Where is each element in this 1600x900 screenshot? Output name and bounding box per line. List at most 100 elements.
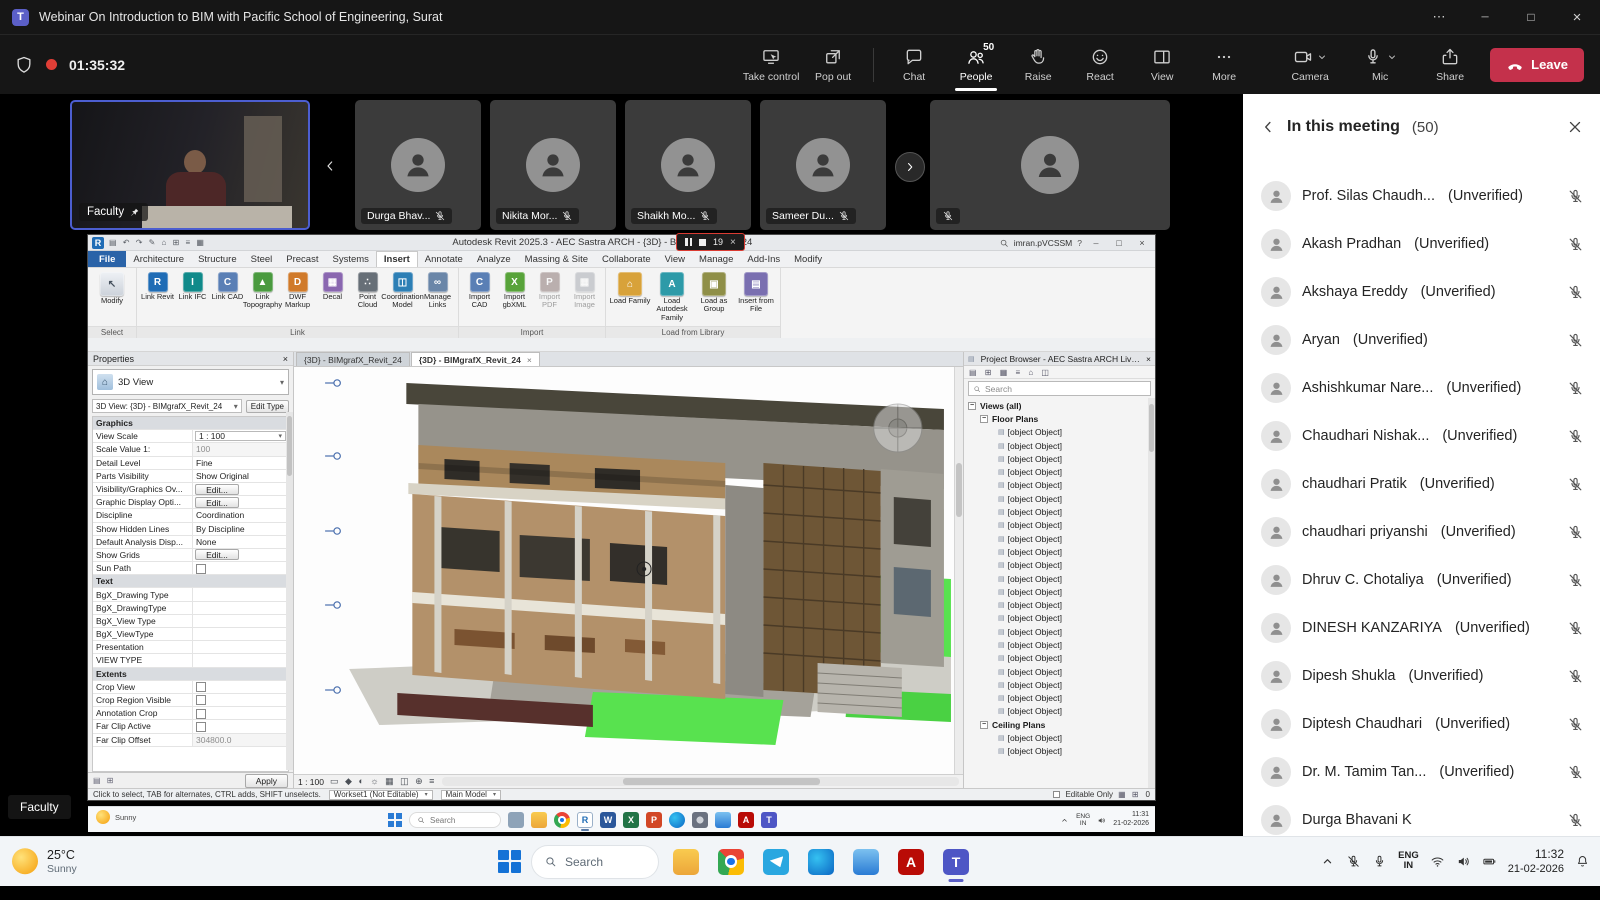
- presenter-weather-widget[interactable]: Sunny: [96, 810, 136, 824]
- tree-node-floor-plan[interactable]: [object Object]: [964, 532, 1155, 545]
- chat-button[interactable]: Chat: [884, 39, 944, 91]
- tree-node-ceiling-plans[interactable]: Ceiling Plans: [964, 718, 1155, 731]
- Modify[interactable]: Modify: [787, 251, 829, 267]
- Show Hidden Lines[interactable]: Show Hidden Lines By Discipline: [93, 522, 288, 536]
- Link Revit[interactable]: R Link Revit: [140, 270, 175, 301]
- volume-icon[interactable]: [1097, 816, 1106, 825]
- Crop Region Visible[interactable]: Crop Region Visible: [93, 693, 288, 708]
- video-tile[interactable]: [930, 100, 1170, 230]
- tree-node-views-all[interactable]: Views (all): [964, 399, 1155, 412]
- task-view-icon[interactable]: [508, 812, 524, 828]
- people-button[interactable]: 50 People: [946, 39, 1006, 91]
- browser-close-icon[interactable]: ×: [1146, 354, 1151, 364]
- drawing-area[interactable]: [294, 367, 963, 774]
- mic-off-icon[interactable]: [1567, 668, 1584, 685]
- Crop View[interactable]: Crop View: [93, 680, 288, 694]
- leave-button[interactable]: Leave: [1490, 47, 1584, 82]
- next-participants-button[interactable]: [895, 152, 925, 182]
- Manage[interactable]: Manage: [692, 251, 740, 267]
- settings-gear-icon[interactable]: [692, 812, 708, 828]
- tree-node-floor-plans[interactable]: Floor Plans: [964, 412, 1155, 425]
- camera-button[interactable]: Camera: [1280, 39, 1340, 91]
- tree-node-floor-plan[interactable]: [object Object]: [964, 452, 1155, 465]
- tree-node-floor-plan[interactable]: [object Object]: [964, 545, 1155, 558]
- apply-button[interactable]: Apply: [244, 773, 288, 788]
- mic-off-icon[interactable]: [1567, 524, 1584, 541]
- tree-node-floor-plan[interactable]: [object Object]: [964, 585, 1155, 598]
- revit-close-button[interactable]: [1133, 238, 1151, 248]
- previous-participants-icon[interactable]: [322, 158, 338, 174]
- battery-icon[interactable]: [1482, 854, 1497, 869]
- start-button[interactable]: [388, 813, 402, 827]
- shared-3d-model[interactable]: [294, 367, 963, 774]
- acrobat-icon[interactable]: [898, 848, 924, 875]
- Extents[interactable]: Extents: [93, 667, 288, 681]
- participant-row[interactable]: Prof. Silas Chaudh... (Unverified): [1243, 172, 1600, 220]
- Show Grids[interactable]: Show Grids Edit...: [93, 548, 288, 563]
- wifi-icon[interactable]: [1430, 854, 1445, 869]
- chrome-icon[interactable]: [554, 812, 570, 828]
- chevron-down-icon[interactable]: [1386, 51, 1398, 63]
- participant-row[interactable]: Dipesh Shukla (Unverified): [1243, 652, 1600, 700]
- Import PDF[interactable]: P Import PDF: [532, 270, 567, 310]
- volume-icon[interactable]: [1456, 854, 1471, 869]
- Load Family[interactable]: ⌂ Load Family: [609, 270, 651, 305]
- mic-button[interactable]: Mic: [1350, 39, 1410, 91]
- participant-row[interactable]: Diptesh Chaudhari (Unverified): [1243, 700, 1600, 748]
- tree-node-floor-plan[interactable]: [object Object]: [964, 505, 1155, 518]
- mic-off-icon[interactable]: [1567, 812, 1584, 829]
- participant-row[interactable]: Akash Pradhan (Unverified): [1243, 220, 1600, 268]
- workset-selector[interactable]: Workset1 (Not Editable): [328, 789, 433, 800]
- Visibility/Graphics Ov...[interactable]: Visibility/Graphics Ov... Edit...: [93, 482, 288, 497]
- tree-node-floor-plan[interactable]: [object Object]: [964, 519, 1155, 532]
- tree-node-floor-plan[interactable]: [object Object]: [964, 465, 1155, 478]
- view-button[interactable]: View: [1132, 39, 1192, 91]
- Collaborate[interactable]: Collaborate: [595, 251, 658, 267]
- excel-icon[interactable]: [623, 812, 639, 828]
- close-panel-icon[interactable]: [1566, 118, 1584, 136]
- acrobat-icon[interactable]: [738, 812, 754, 828]
- mic-off-icon[interactable]: [1567, 572, 1584, 589]
- BgX_Drawing Type[interactable]: BgX_Drawing Type: [93, 588, 288, 602]
- view-tab[interactable]: {3D} - BIMgrafX_Revit_24: [296, 352, 410, 366]
- edit-type-button[interactable]: Edit Type: [245, 399, 289, 413]
- Discipline[interactable]: Discipline Coordination: [93, 509, 288, 523]
- Detail Level[interactable]: Detail Level Fine: [93, 456, 288, 470]
- more-button[interactable]: More: [1194, 39, 1254, 91]
- video-tile[interactable]: Shaikh Mo...: [625, 100, 751, 230]
- powerpoint-icon[interactable]: [646, 812, 662, 828]
- mic-off-icon[interactable]: [1567, 284, 1584, 301]
- take-control-button[interactable]: Take control: [741, 39, 801, 91]
- tree-node-ceiling-plan[interactable]: [object Object]: [964, 745, 1155, 758]
- Add-Ins[interactable]: Add-Ins: [740, 251, 787, 267]
- teams-icon[interactable]: [761, 812, 777, 828]
- View Scale[interactable]: View Scale 1 : 100: [93, 430, 288, 444]
- Insert from File[interactable]: ▤ Insert from File: [735, 270, 777, 314]
- window-minimize-button[interactable]: [1462, 0, 1508, 34]
- view-control-icons[interactable]: ▭ ◆ ◐ ☼ ▦ ◫ ⊕ ≡: [330, 776, 436, 787]
- window-close-button[interactable]: [1554, 0, 1600, 34]
- quick-access-toolbar[interactable]: ▤ ↶ ↷ ✎ ⌂ ⊞ ≡ ▦: [109, 238, 206, 247]
- Import CAD[interactable]: C Import CAD: [462, 270, 497, 310]
- participant-row[interactable]: Chaudhari Nishak... (Unverified): [1243, 412, 1600, 460]
- tree-node-floor-plan[interactable]: [object Object]: [964, 612, 1155, 625]
- close-icon[interactable]: ×: [730, 237, 736, 248]
- Far Clip Offset[interactable]: Far Clip Offset 304800.0: [93, 733, 288, 747]
- taskbar-search-input[interactable]: Search: [409, 812, 501, 828]
- Architecture[interactable]: Architecture: [126, 251, 191, 267]
- tree-node-floor-plan[interactable]: [object Object]: [964, 625, 1155, 638]
- participant-row[interactable]: DINESH KANZARIYA (Unverified): [1243, 604, 1600, 652]
- mic-off-icon[interactable]: [1567, 236, 1584, 253]
- language-indicator[interactable]: ENG IN: [1076, 813, 1090, 827]
- system-clock[interactable]: 11:32 21-02-2026: [1508, 847, 1564, 877]
- revit-minimize-button[interactable]: [1087, 238, 1105, 248]
- notifications-icon[interactable]: [1575, 854, 1590, 869]
- instance-selector[interactable]: 3D View: {3D} - BIMgrafX_Revit_24 ▾: [92, 399, 242, 413]
- Precast[interactable]: Precast: [279, 251, 325, 267]
- Annotation Crop[interactable]: Annotation Crop: [93, 707, 288, 721]
- mic-off-icon[interactable]: [1567, 380, 1584, 397]
- weather-widget[interactable]: 25°C Sunny: [12, 848, 77, 876]
- participant-row[interactable]: chaudhari Pratik (Unverified): [1243, 460, 1600, 508]
- raise-hand-button[interactable]: Raise: [1008, 39, 1068, 91]
- revit-icon[interactable]: [577, 812, 593, 828]
